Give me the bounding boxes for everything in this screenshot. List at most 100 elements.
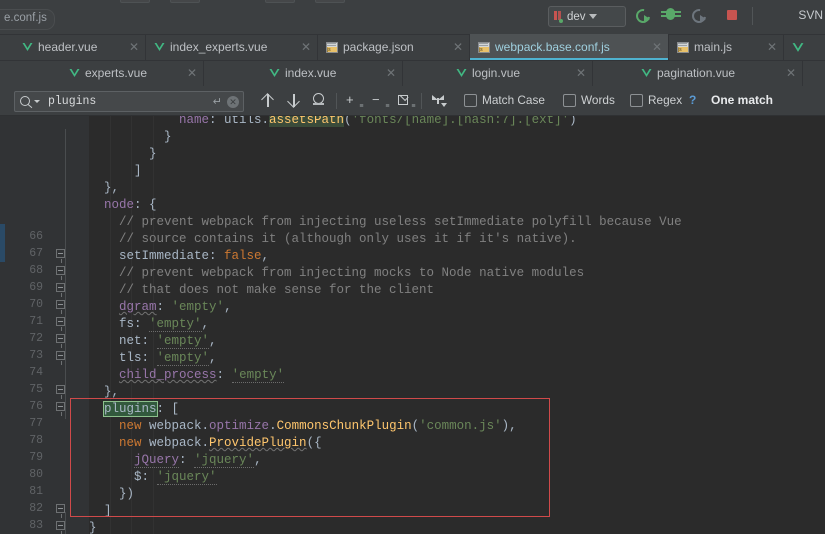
vcs-menu-label[interactable]: SVN: [798, 8, 823, 22]
fold-toggle-icon[interactable]: [56, 317, 65, 331]
vue-file-icon: [69, 68, 80, 78]
match-count-status: One match: [711, 93, 774, 107]
close-icon[interactable]: ✕: [566, 67, 586, 79]
close-icon[interactable]: ✕: [376, 67, 396, 79]
code-line: },: [89, 385, 120, 399]
close-icon[interactable]: ✕: [642, 41, 662, 53]
clear-icon[interactable]: ✕: [227, 95, 239, 108]
fold-toggle-icon[interactable]: [56, 385, 65, 399]
gutter-line[interactable]: 79: [5, 449, 89, 466]
code-line: $: 'jquery': [89, 470, 217, 485]
search-field-container[interactable]: ↵ ✕: [14, 91, 244, 112]
gutter-line[interactable]: 69: [5, 279, 89, 297]
close-icon[interactable]: ✕: [291, 41, 311, 53]
line-number: 68: [29, 264, 43, 277]
arrow-up-icon[interactable]: [259, 92, 277, 110]
fold-toggle-icon[interactable]: [56, 249, 65, 263]
match-case-checkbox[interactable]: Match Case: [464, 93, 545, 107]
gutter-line[interactable]: 83: [5, 517, 89, 534]
code-line: dgram: 'empty',: [119, 300, 232, 314]
remove-selection-icon[interactable]: − ≡: [370, 92, 390, 110]
fold-toggle-icon[interactable]: [56, 334, 65, 348]
gutter-line[interactable]: 75: [5, 381, 89, 399]
fold-toggle-icon[interactable]: [56, 283, 65, 297]
gutter-line[interactable]: 80: [5, 466, 89, 483]
close-icon[interactable]: ✕: [443, 41, 463, 53]
gutter-line[interactable]: 68: [5, 262, 89, 280]
attach-profiler-icon[interactable]: [688, 4, 710, 26]
enter-icon[interactable]: ↵: [213, 95, 222, 108]
breadcrumb[interactable]: e.conf.js: [0, 9, 55, 30]
gutter-line[interactable]: 74: [5, 364, 89, 381]
line-number: 70: [29, 298, 43, 311]
code-line: }: [89, 147, 157, 161]
close-icon[interactable]: ✕: [757, 41, 777, 53]
tab-label: index_experts.vue: [170, 40, 268, 54]
fold-toggle-icon[interactable]: [56, 351, 65, 365]
code-text-area[interactable]: name: utils.assetsPath('fonts/[name].[ha…: [89, 116, 825, 534]
find-all-icon[interactable]: [310, 92, 328, 110]
tab-label: header.vue: [38, 40, 98, 54]
filter-icon[interactable]: [430, 92, 448, 110]
close-icon[interactable]: ✕: [776, 67, 796, 79]
tab-package-json[interactable]: js package.json ✕: [318, 34, 470, 60]
js-file-icon: js: [478, 41, 490, 53]
gutter-line[interactable]: 71: [5, 313, 89, 331]
fold-toggle-icon[interactable]: [56, 402, 65, 416]
gutter-line[interactable]: 66: [5, 228, 89, 245]
words-checkbox[interactable]: Words: [563, 93, 615, 107]
fold-toggle-icon[interactable]: [56, 266, 65, 280]
gutter-line[interactable]: 70: [5, 296, 89, 314]
close-icon[interactable]: ✕: [177, 67, 197, 79]
match-case-label: Match Case: [482, 93, 545, 107]
gutter-line[interactable]: 82: [5, 500, 89, 518]
find-toolbar: ↵ ✕ +≡ −≡ ≡ Match Case Words: [0, 87, 825, 116]
vue-file-icon: [792, 42, 804, 52]
gutter-line[interactable]: 72: [5, 330, 89, 348]
fold-toggle-icon[interactable]: [56, 300, 65, 314]
fold-toggle-icon[interactable]: [56, 521, 65, 534]
chevron-down-icon[interactable]: [34, 100, 40, 103]
gutter-line[interactable]: 73: [5, 347, 89, 365]
vue-file-icon: [641, 68, 652, 78]
tab-index-vue[interactable]: index.vue ✕: [204, 60, 403, 86]
checkbox-box: [630, 93, 643, 107]
tab-label: pagination.vue: [657, 66, 736, 80]
tab-login-vue[interactable]: login.vue ✕: [403, 60, 593, 86]
select-all-occurrences-icon[interactable]: ≡: [396, 91, 416, 110]
arrow-down-icon[interactable]: [285, 92, 303, 110]
close-icon[interactable]: ✕: [119, 41, 139, 53]
code-line: new webpack.optimize.CommonsChunkPlugin(…: [119, 419, 517, 433]
gutter-line[interactable]: 81: [5, 483, 89, 500]
tab-label: index.vue: [285, 66, 337, 80]
line-number: 72: [29, 332, 43, 345]
gutter-line[interactable]: 77: [5, 415, 89, 432]
tab-header-vue[interactable]: header.vue ✕: [14, 34, 146, 60]
regex-label: Regex: [648, 93, 683, 107]
code-editor[interactable]: name: utils.assetsPath('fonts/[name].[ha…: [0, 116, 825, 534]
debug-bug-icon[interactable]: [660, 4, 682, 26]
search-input[interactable]: [46, 94, 213, 109]
line-number: 75: [29, 383, 43, 396]
add-selection-icon[interactable]: + ≡: [344, 92, 364, 110]
tab-webpack-base-conf-js[interactable]: js webpack.base.conf.js ✕: [470, 34, 669, 60]
code-line: plugins: [: [103, 401, 180, 417]
regex-help-icon[interactable]: ?: [689, 93, 696, 107]
stop-icon[interactable]: [721, 4, 743, 26]
gutter-line[interactable]: 76: [5, 398, 89, 416]
tab-overflow-vue[interactable]: [784, 34, 825, 60]
code-line: new webpack.ProvidePlugin({: [119, 436, 322, 450]
gutter-line[interactable]: 78: [5, 432, 89, 449]
tab-experts-vue[interactable]: experts.vue ✕: [14, 60, 204, 86]
regex-checkbox[interactable]: Regex: [630, 93, 682, 107]
fold-toggle-icon[interactable]: [56, 504, 65, 518]
run-configuration-selector[interactable]: dev: [548, 6, 626, 27]
line-number: 79: [29, 451, 43, 464]
run-icon[interactable]: [632, 4, 654, 26]
code-line: }): [89, 487, 135, 501]
gutter-line[interactable]: 67: [5, 245, 89, 263]
tab-main-js[interactable]: js main.js ✕: [669, 34, 784, 60]
tab-index-experts-vue[interactable]: index_experts.vue ✕: [146, 34, 318, 60]
tab-pagination-vue[interactable]: pagination.vue ✕: [593, 60, 803, 86]
line-number: 73: [29, 349, 43, 362]
